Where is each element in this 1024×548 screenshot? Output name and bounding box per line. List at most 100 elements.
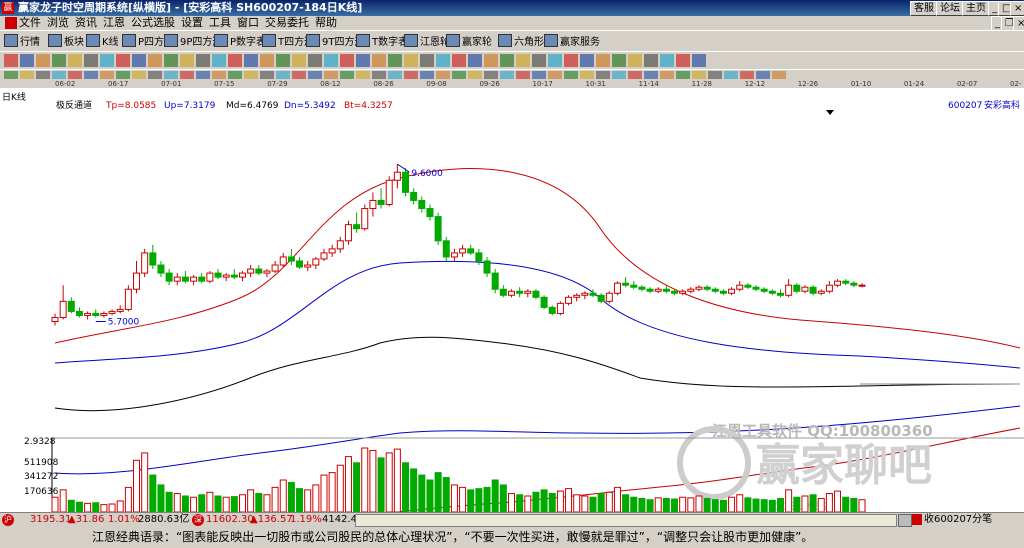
toolbar-button-1[interactable]: 板块 (48, 34, 84, 48)
analysis-tool-icon[interactable] (724, 71, 738, 79)
analysis-tool-icon[interactable] (308, 71, 322, 79)
toolbar-button-5[interactable]: P数字表 (214, 34, 266, 48)
drawing-tool-icon[interactable] (180, 54, 194, 67)
drawing-tool-icon[interactable] (68, 54, 82, 67)
analysis-tool-icon[interactable] (196, 71, 210, 79)
drawing-tool-icon[interactable] (660, 54, 674, 67)
analysis-tool-icon[interactable] (436, 71, 450, 79)
kline-chart[interactable]: 日K线极反通道 Tp=8.0585 Up=7.3179 Md=6.4769 Dn=5.3… (0, 88, 1024, 512)
drawing-tool-icon[interactable] (36, 54, 50, 67)
drawing-tool-icon[interactable] (596, 54, 610, 67)
analysis-tool-icon[interactable] (164, 71, 178, 79)
drawing-tool-icon[interactable] (324, 54, 338, 67)
analysis-tool-icon[interactable] (372, 71, 386, 79)
drawing-tool-icon[interactable] (420, 54, 434, 67)
drawing-tool-icon[interactable] (308, 54, 322, 67)
menu-item-4[interactable]: 公式选股 (131, 16, 175, 29)
analysis-tool-icon[interactable] (660, 71, 674, 79)
drawing-tool-icon[interactable] (276, 54, 290, 67)
drawing-tool-icon[interactable] (500, 54, 514, 67)
analysis-tool-icon[interactable] (692, 71, 706, 79)
drawing-tool-icon[interactable] (372, 54, 386, 67)
drawing-tool-icon[interactable] (564, 54, 578, 67)
drawing-tool-icon[interactable] (628, 54, 642, 67)
drawing-tool-icon[interactable] (452, 54, 466, 67)
homepage-button[interactable]: 主页 (962, 1, 990, 16)
toolbar-button-10[interactable]: 赢家轮 (446, 34, 492, 48)
analysis-tool-icon[interactable] (548, 71, 562, 79)
drawing-tool-icon[interactable] (116, 54, 130, 67)
customer-service-button[interactable]: 客服 (910, 1, 938, 16)
drawing-tool-icon[interactable] (692, 54, 706, 67)
drawing-tool-icon[interactable] (212, 54, 226, 67)
menu-item-8[interactable]: 交易委托 (265, 16, 309, 29)
analysis-tool-icon[interactable] (324, 71, 338, 79)
analysis-tool-icon[interactable] (212, 71, 226, 79)
analysis-tool-icon[interactable] (100, 71, 114, 79)
drawing-tool-icon[interactable] (548, 54, 562, 67)
drawing-tool-icon[interactable] (20, 54, 34, 67)
toolbar-button-11[interactable]: 六角形 (498, 34, 544, 48)
analysis-tool-icon[interactable] (68, 71, 82, 79)
menu-item-2[interactable]: 资讯 (75, 16, 97, 29)
analysis-tool-icon[interactable] (644, 71, 658, 79)
drawing-tool-icon[interactable] (4, 54, 18, 67)
drawing-tool-icon[interactable] (404, 54, 418, 67)
analysis-tool-icon[interactable] (596, 71, 610, 79)
drawing-tool-icon[interactable] (468, 54, 482, 67)
menu-item-1[interactable]: 浏览 (47, 16, 69, 29)
analysis-tool-icon[interactable] (340, 71, 354, 79)
menu-item-7[interactable]: 窗口 (237, 16, 259, 29)
analysis-tool-icon[interactable] (180, 71, 194, 79)
drawing-tool-icon[interactable] (292, 54, 306, 67)
drawing-tool-icon[interactable] (260, 54, 274, 67)
analysis-tool-icon[interactable] (276, 71, 290, 79)
drawing-tool-icon[interactable] (580, 54, 594, 67)
menu-item-0[interactable]: 文件 (19, 16, 41, 29)
analysis-tool-icon[interactable] (36, 71, 50, 79)
analysis-tool-icon[interactable] (676, 71, 690, 79)
analysis-tool-icon[interactable] (516, 71, 530, 79)
analysis-tool-icon[interactable] (580, 71, 594, 79)
drawing-tool-icon[interactable] (164, 54, 178, 67)
analysis-tool-icon[interactable] (260, 71, 274, 79)
drawing-tool-icon[interactable] (196, 54, 210, 67)
analysis-tool-icon[interactable] (612, 71, 626, 79)
analysis-tool-icon[interactable] (564, 71, 578, 79)
drawing-tool-icon[interactable] (612, 54, 626, 67)
toolbar-button-0[interactable]: 行情 (4, 34, 40, 48)
tick-icon[interactable] (912, 514, 922, 525)
drawing-tool-icon[interactable] (84, 54, 98, 67)
drawing-tool-icon[interactable] (52, 54, 66, 67)
drawing-tool-icon[interactable] (132, 54, 146, 67)
analysis-tool-icon[interactable] (388, 71, 402, 79)
analysis-tool-icon[interactable] (772, 71, 786, 79)
analysis-tool-icon[interactable] (452, 71, 466, 79)
drawing-tool-icon[interactable] (388, 54, 402, 67)
drawing-tool-icon[interactable] (676, 54, 690, 67)
menu-item-5[interactable]: 设置 (181, 16, 203, 29)
drawing-tool-icon[interactable] (356, 54, 370, 67)
horizontal-scrollbar[interactable] (355, 514, 897, 527)
analysis-tool-icon[interactable] (740, 71, 754, 79)
analysis-tool-icon[interactable] (244, 71, 258, 79)
toolbar-button-2[interactable]: K线 (86, 34, 119, 48)
analysis-tool-icon[interactable] (532, 71, 546, 79)
drawing-tool-icon[interactable] (228, 54, 242, 67)
analysis-tool-icon[interactable] (116, 71, 130, 79)
drawing-tool-icon[interactable] (436, 54, 450, 67)
analysis-tool-icon[interactable] (132, 71, 146, 79)
menu-item-9[interactable]: 帮助 (315, 16, 337, 29)
tick-detail-label[interactable]: 收600207分笔 (924, 513, 992, 527)
drawing-tool-icon[interactable] (244, 54, 258, 67)
scroll-right-icon[interactable] (898, 514, 912, 527)
analysis-tool-icon[interactable] (20, 71, 34, 79)
drawing-tool-icon[interactable] (644, 54, 658, 67)
analysis-tool-icon[interactable] (756, 71, 770, 79)
analysis-tool-icon[interactable] (404, 71, 418, 79)
drawing-tool-icon[interactable] (340, 54, 354, 67)
analysis-tool-icon[interactable] (420, 71, 434, 79)
chart-area[interactable]: 日K线 极反通道 Tp=8.0585 Up=7.3179 Md=6.4769 Dn=5.3… (0, 88, 1024, 512)
menu-item-6[interactable]: 工具 (209, 16, 231, 29)
analysis-tool-icon[interactable] (500, 71, 514, 79)
